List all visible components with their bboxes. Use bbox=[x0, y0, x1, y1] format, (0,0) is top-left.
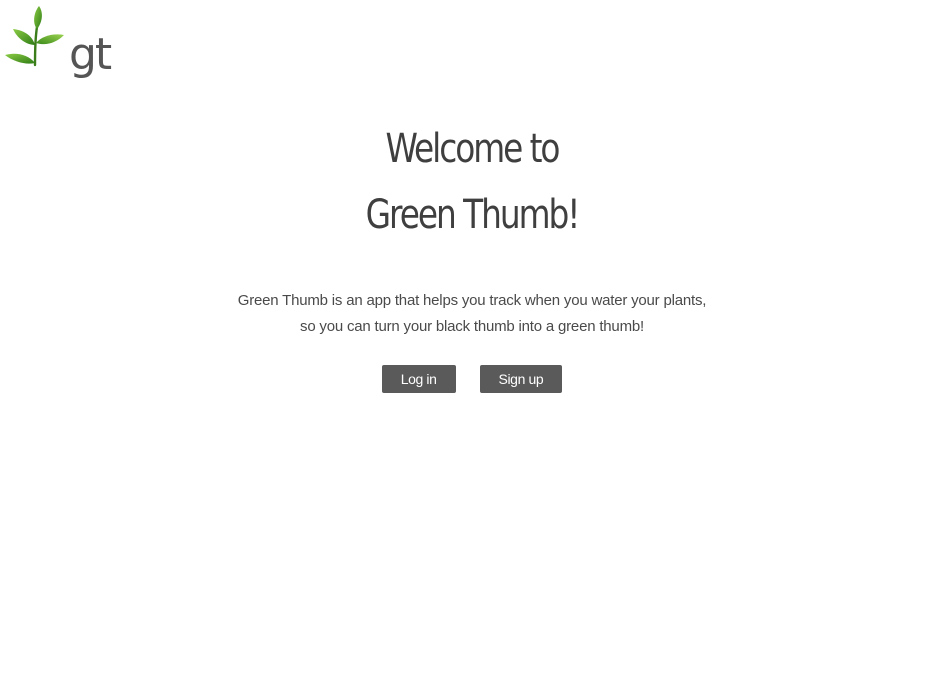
login-button[interactable]: Log in bbox=[381, 365, 456, 393]
page-title: Welcome to Green Thumb! bbox=[85, 116, 859, 248]
description-line-1: Green Thumb is an app that helps you tra… bbox=[237, 292, 707, 309]
auth-actions: Log in Sign up bbox=[0, 365, 944, 393]
title-line-2: Green Thumb! bbox=[365, 192, 581, 238]
signup-button[interactable]: Sign up bbox=[479, 365, 563, 393]
description-line-2: so you can turn your black thumb into a … bbox=[300, 318, 644, 335]
app-description: Green Thumb is an app that helps you tra… bbox=[0, 288, 944, 340]
sprout-icon: gt bbox=[5, 6, 114, 80]
logo[interactable]: gt bbox=[4, 5, 114, 80]
logo-text: gt bbox=[69, 29, 112, 80]
title-line-1: Welcome to bbox=[385, 126, 561, 172]
hero-section: Welcome to Green Thumb! Green Thumb is a… bbox=[0, 116, 944, 393]
